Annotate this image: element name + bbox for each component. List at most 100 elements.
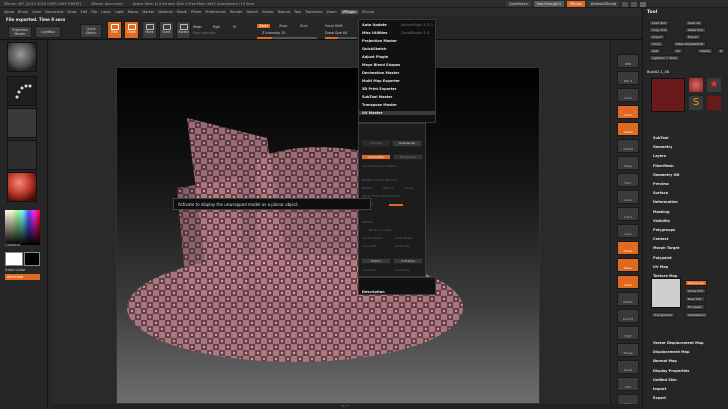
tool-section-polypaint[interactable]: Polypaint [653, 256, 672, 260]
tool-section-geometry[interactable]: Geometry [653, 145, 672, 149]
shelf-zoom-button[interactable]: Zoom [617, 105, 639, 119]
use-existing-seams-toggle[interactable]: Use Existing UV Seams [362, 164, 397, 168]
shelf-line-fill-button[interactable]: Line Fill [617, 309, 639, 323]
color-picker[interactable] [5, 210, 40, 245]
menu-tool[interactable]: Tool [294, 10, 301, 14]
flatten-button[interactable]: Flatten [361, 258, 391, 264]
see-through-slider[interactable]: See-through 0 [533, 1, 565, 7]
lightbox-button[interactable]: LightBox [35, 26, 61, 38]
rotate-button[interactable]: Rotate [176, 21, 191, 39]
menu-edit[interactable]: Edit [81, 10, 88, 14]
tool-section-layers[interactable]: Layers [653, 154, 666, 158]
tool-copy-tool-button[interactable]: Copy Tool [649, 27, 670, 33]
zplugin-item-projection-master[interactable]: Projection Master [362, 39, 397, 43]
zplugin-item-3d-print-exporter[interactable]: 3D Print Exporter [362, 87, 397, 91]
zsub-toggle[interactable]: Zsub [279, 24, 287, 28]
shelf-persp-button[interactable]: Persp [617, 156, 639, 170]
rgb-intensity-slider[interactable]: Rgb Intensity [193, 31, 216, 35]
menus-button[interactable]: Menus [567, 1, 585, 7]
zplugin-item-quicksketch[interactable]: QuickSketch [362, 47, 386, 51]
zplugin-item-multi-map-exporter[interactable]: Multi Map Exporter [362, 79, 400, 83]
shelf-gxyz-button[interactable]: Gxyz [617, 224, 639, 238]
unwrap-all-button[interactable]: Unwrap All [392, 140, 422, 147]
menu-document[interactable]: Document [45, 10, 63, 14]
m-toggle[interactable]: M [233, 25, 236, 29]
menu-zscript[interactable]: ZScript [362, 10, 375, 14]
symmetry-toggle[interactable]: Symmetry [361, 154, 391, 160]
zadd-toggle[interactable]: Zadd [257, 24, 270, 28]
default-zscript-button[interactable]: DefaultZScript [587, 1, 620, 7]
tool-section-uv-map[interactable]: UV Map [653, 265, 668, 269]
tool-save-as-button[interactable]: Save As [685, 20, 703, 26]
menu-texture[interactable]: Texture [277, 10, 290, 14]
tool-section-visibility[interactable]: Visibility [653, 219, 670, 223]
menu-preferences[interactable]: Preferences [205, 10, 226, 14]
tool-section-subtool[interactable]: SubTool [653, 136, 668, 140]
protect-button[interactable]: Protect [362, 186, 373, 190]
tool-section-deformation[interactable]: Deformation [653, 200, 678, 204]
minimize-icon[interactable] [622, 1, 629, 7]
draw-button[interactable]: Draw [124, 21, 139, 39]
material-thumbnail[interactable] [7, 172, 37, 202]
menu-draw[interactable]: Draw [67, 10, 76, 14]
attract-button[interactable]: Attract [383, 186, 393, 190]
bust-thumb[interactable] [707, 96, 721, 110]
tool-lightbox-tools-button[interactable]: Lightbox > Tools [649, 55, 680, 61]
cylinder-thumb[interactable] [689, 78, 703, 92]
shelf-solo-button[interactable]: Solo [617, 377, 639, 391]
menu-render[interactable]: Render [230, 10, 242, 14]
star-thumb[interactable]: ★ [707, 78, 721, 92]
shelf-transp-button[interactable]: Transp [617, 343, 639, 357]
main-color-swatch[interactable] [5, 252, 23, 266]
move-button[interactable]: Move [142, 21, 157, 39]
shelf-move-button[interactable]: Move [617, 258, 639, 272]
secondary-color-swatch[interactable] [24, 252, 40, 266]
close-icon[interactable] [640, 1, 647, 7]
zplugin-item-subtool-master[interactable]: SubTool Master [362, 95, 392, 99]
tool-load-tool-button[interactable]: Load Tool [649, 20, 669, 26]
shelf-floor-button[interactable]: Floor [617, 173, 639, 187]
menu-stencil[interactable]: Stencil [246, 10, 258, 14]
check-seams-button[interactable]: Check Seams [362, 236, 382, 240]
shelf-actual-button[interactable]: Actual [617, 122, 639, 136]
projection-master-button[interactable]: Projection Master [8, 26, 32, 38]
stroke-thumbnail[interactable] [7, 76, 37, 106]
texture-clone-txtr-button[interactable]: Clone Txtr [685, 288, 707, 294]
brush-thumbnail[interactable] [7, 42, 37, 72]
menu-alpha[interactable]: Alpha [4, 10, 14, 14]
polygroups-toggle[interactable]: Polygroups [393, 154, 423, 160]
draw-size-slider[interactable] [325, 37, 357, 39]
shelf-rotate-button[interactable]: Rotate [617, 292, 639, 306]
tool-all-button[interactable]: All [673, 48, 683, 54]
menu-brush[interactable]: Brush [18, 10, 28, 14]
quicksave-button[interactable]: QuickSave [506, 1, 531, 7]
shelf-spix-3-button[interactable]: SPix 3 [617, 71, 639, 85]
texture-new-txtr-button[interactable]: New Txtr [685, 296, 705, 302]
work-on-clone-button[interactable]: Work On Clone [369, 228, 391, 232]
maximize-icon[interactable] [631, 1, 638, 7]
zplugin-item-misc-utilities[interactable]: Misc Utilities [362, 31, 388, 35]
tool-section-unified-skin[interactable]: Unified Skin [653, 378, 677, 382]
shelf-frame-button[interactable]: Frame [617, 241, 639, 255]
zcut-toggle[interactable]: Zcut [300, 24, 308, 28]
tool-section-vector-displacement-map[interactable]: Vector Displacement Map [653, 341, 703, 345]
tool-paste-tool-button[interactable]: Paste Tool [685, 27, 706, 33]
zplugin-item-uv-master[interactable]: UV Master [359, 111, 435, 115]
switch-color-button[interactable]: SwitchColor [5, 268, 26, 272]
z-intensity-slider[interactable] [257, 37, 317, 39]
shelf-polyf-button[interactable]: PolyF [617, 326, 639, 340]
tool-section-polygroups[interactable]: Polygroups [653, 228, 675, 232]
shelf-l-sym-button[interactable]: L.Sym [617, 207, 639, 221]
tool-import-button[interactable]: Import [649, 34, 665, 40]
tool-clone-button[interactable]: Clone [649, 41, 664, 47]
alternate-button[interactable]: Alternate [5, 274, 40, 280]
texture-map-preview[interactable] [651, 278, 681, 308]
tool-section-export[interactable]: Export [653, 396, 666, 400]
tool-section-import[interactable]: Import [653, 387, 666, 391]
tool-section-normal-map[interactable]: Normal Map [653, 359, 677, 363]
menu-macro[interactable]: Macro [128, 10, 139, 14]
shelf-scale-button[interactable]: Scale [617, 275, 639, 289]
rgb-toggle[interactable]: Rgb [213, 25, 220, 29]
menu-movie[interactable]: Movie [177, 10, 187, 14]
document-canvas[interactable] [116, 67, 540, 404]
